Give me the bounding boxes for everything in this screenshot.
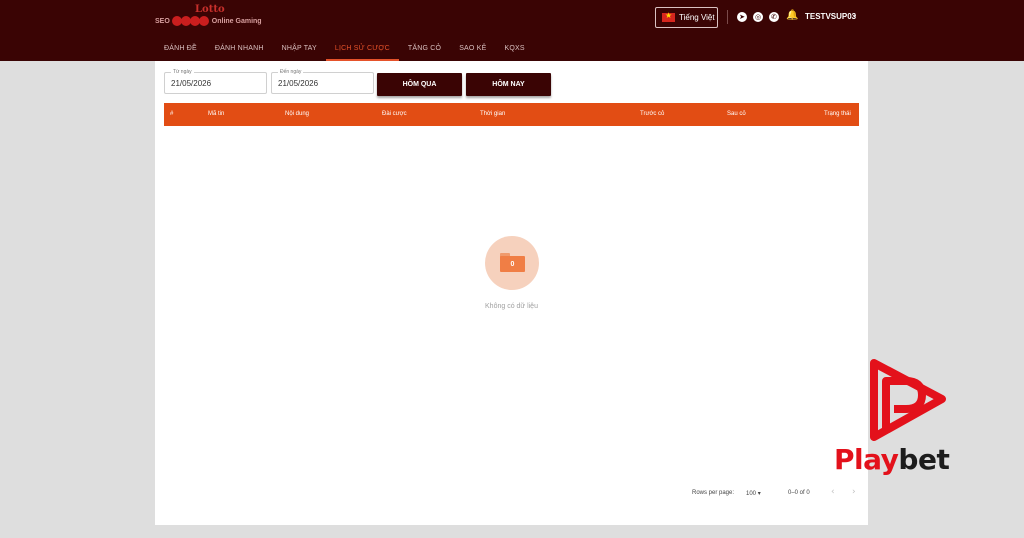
- bet-history-panel: Từ ngày 21/05/2026 Đến ngày 21/05/2026 H…: [155, 61, 868, 525]
- next-page-icon[interactable]: ›: [852, 487, 856, 497]
- previous-page-icon[interactable]: ‹: [831, 487, 835, 497]
- bell-icon[interactable]: 🔔: [786, 10, 798, 21]
- playbet-watermark: Playbet: [834, 357, 974, 487]
- yesterday-button[interactable]: HÔM QUA: [377, 73, 462, 96]
- to-date-value[interactable]: 21/05/2026: [278, 79, 318, 88]
- column-header[interactable]: Đài cược: [382, 111, 407, 117]
- logo-title: Lotto: [195, 4, 225, 15]
- nav-danh-de[interactable]: ĐÁNH ĐỀ: [155, 36, 206, 61]
- logo-balls: [171, 16, 209, 26]
- instagram-icon[interactable]: ◎: [753, 12, 763, 22]
- nav-danh-nhanh[interactable]: ĐÁNH NHANH: [206, 36, 273, 61]
- rows-per-page-value[interactable]: 100: [746, 491, 756, 497]
- caret-down-icon[interactable]: ▾: [758, 491, 761, 497]
- nav-nhap-tay[interactable]: NHẬP TAY: [273, 36, 326, 61]
- from-date-value[interactable]: 21/05/2026: [171, 79, 211, 88]
- column-header[interactable]: Thời gian: [480, 111, 505, 117]
- empty-state-icon: 0: [485, 236, 539, 290]
- nav-lich-su-cuoc[interactable]: LỊCH SỬ CƯỢC: [325, 36, 399, 61]
- logo-row: SEO Online Gaming: [155, 16, 262, 26]
- phone-icon[interactable]: ✆: [769, 12, 779, 22]
- column-header[interactable]: Sau cỏ: [727, 111, 746, 117]
- username[interactable]: TESTVSUP03: [805, 12, 856, 21]
- column-header[interactable]: Trạng thái: [824, 111, 851, 117]
- column-header[interactable]: Nội dung: [285, 111, 309, 117]
- nav-sao-ke[interactable]: SAO KÊ: [450, 36, 495, 61]
- empty-count: 0: [510, 260, 515, 268]
- column-header[interactable]: #: [170, 111, 173, 117]
- to-date-label: Đến ngày: [278, 69, 304, 75]
- from-date-field[interactable]: Từ ngày 21/05/2026: [164, 69, 267, 94]
- nav-tang-co[interactable]: TĂNG CỎ: [399, 36, 450, 61]
- pagination-range: 0–0 of 0: [788, 490, 810, 496]
- playbet-logo-icon: [870, 359, 946, 441]
- to-date-field[interactable]: Đến ngày 21/05/2026: [271, 69, 374, 94]
- language-selector[interactable]: Tiếng Việt: [655, 7, 718, 28]
- telegram-icon[interactable]: ➤: [737, 12, 747, 22]
- language-label: Tiếng Việt: [679, 13, 715, 22]
- logo-left-text: SEO: [155, 17, 170, 25]
- folder-icon: 0: [500, 253, 525, 272]
- column-header[interactable]: Mã tin: [208, 111, 224, 117]
- header-divider: [727, 10, 728, 24]
- rows-per-page-select[interactable]: 100 ▾: [746, 490, 761, 497]
- watermark-text: Playbet: [834, 443, 950, 476]
- logo-right-text: Online Gaming: [211, 17, 262, 25]
- logo-ball: [198, 16, 209, 26]
- chevron-down-icon[interactable]: ⌄: [851, 10, 858, 19]
- top-header: Lotto SEO Online Gaming Tiếng Việt ➤ ◎ ✆…: [0, 0, 1024, 61]
- nav-kqxs[interactable]: KQXS: [495, 36, 533, 61]
- from-date-label: Từ ngày: [171, 69, 194, 75]
- rows-per-page-label: Rows per page:: [692, 490, 735, 496]
- main-nav: ĐÁNH ĐỀ ĐÁNH NHANH NHẬP TAY LỊCH SỬ CƯỢC…: [155, 36, 534, 61]
- column-header[interactable]: Trước cỏ: [640, 111, 664, 117]
- today-button[interactable]: HÔM NAY: [466, 73, 551, 96]
- table-header: # Mã tin Nội dung Đài cược Thời gian Trư…: [164, 103, 859, 126]
- empty-message: Không có dữ liệu: [485, 303, 538, 310]
- vietnam-flag-icon: [662, 11, 675, 22]
- site-logo[interactable]: Lotto SEO Online Gaming: [155, 4, 265, 30]
